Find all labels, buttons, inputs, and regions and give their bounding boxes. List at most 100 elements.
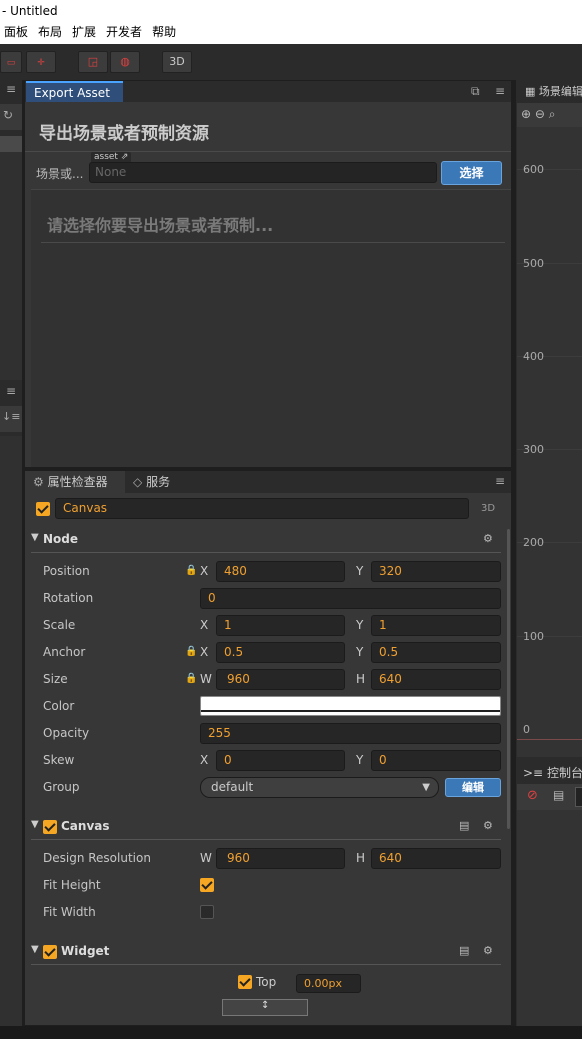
menu-icon[interactable]: ≡ xyxy=(6,82,16,96)
widget-top-label: Top xyxy=(256,975,277,989)
axis-label: Y xyxy=(356,564,364,578)
position-y-input[interactable]: 320 xyxy=(371,561,501,582)
y-tick-label: 200 xyxy=(523,536,544,549)
clear-console-icon[interactable]: ⊘ xyxy=(527,788,538,803)
menu-icon[interactable]: ≡ xyxy=(495,84,505,98)
opacity-input[interactable]: 255 xyxy=(200,723,501,744)
group-select[interactable]: default ▼ xyxy=(200,777,439,798)
design-height-input[interactable]: 640 xyxy=(371,848,501,869)
node-active-checkbox[interactable] xyxy=(36,502,50,516)
tab-scene-editor[interactable]: ▦ 场景编辑器 xyxy=(517,81,582,103)
toggle-3d-button[interactable]: 3D xyxy=(162,51,192,73)
popout-icon[interactable]: ⧉ xyxy=(471,84,480,99)
axis-label: X xyxy=(200,753,209,767)
window-title: - Untitled xyxy=(2,4,58,18)
anchor-label: Anchor xyxy=(43,645,86,659)
y-tick-label: 400 xyxy=(523,350,544,363)
edit-group-button[interactable]: 编辑 xyxy=(445,778,501,797)
skew-x-input[interactable]: 0 xyxy=(216,750,345,771)
tool-anchor-icon[interactable]: ✛ xyxy=(26,51,56,73)
node-name-input[interactable]: Canvas xyxy=(55,498,469,519)
gear-icon: ⚙ xyxy=(33,475,44,489)
color-label: Color xyxy=(43,699,75,713)
tool-globe-icon[interactable]: ◍ xyxy=(110,51,140,73)
book-icon[interactable]: ▤ xyxy=(459,944,469,957)
gear-icon[interactable]: ⚙ xyxy=(483,532,493,545)
widget-top-checkbox[interactable] xyxy=(238,975,252,989)
opacity-label: Opacity xyxy=(43,726,90,740)
anchor-x-input[interactable]: 0.5 xyxy=(216,642,345,663)
node-section-header[interactable]: ▼ Node ⚙ xyxy=(25,529,511,551)
menu-item-panel[interactable]: 面板 xyxy=(4,22,28,42)
hint-text: 请选择你要导出场景或者预制... xyxy=(47,216,274,235)
tab-service[interactable]: ◇ 服务 xyxy=(133,471,213,493)
lock-icon[interactable]: 🔒 xyxy=(185,565,197,576)
tab-console[interactable]: >≡ 控制台 xyxy=(517,762,582,784)
zoom-reset-icon[interactable]: ⌕ xyxy=(549,107,556,121)
menu-item-extensions[interactable]: 扩展 xyxy=(72,22,96,42)
menu-item-help[interactable]: 帮助 xyxy=(152,22,176,42)
book-icon[interactable]: ▤ xyxy=(459,819,469,832)
window-title-bar: - Untitled xyxy=(0,0,582,22)
fit-height-checkbox[interactable] xyxy=(200,878,214,892)
widget-section-header[interactable]: ▼ Widget ▤ ⚙ xyxy=(25,941,511,963)
position-x-input[interactable]: 480 xyxy=(216,561,345,582)
tool-rect-icon[interactable]: ▭ xyxy=(0,51,22,73)
widget-top-input[interactable]: 0.00px xyxy=(296,974,361,993)
filter-input[interactable] xyxy=(575,787,582,807)
anchor-y-input[interactable]: 0.5 xyxy=(371,642,501,663)
design-width-input[interactable]: 960 xyxy=(216,848,345,869)
size-h-input[interactable]: 640 xyxy=(371,669,501,690)
inspector-scrollbar[interactable] xyxy=(507,529,510,829)
widget-enabled-checkbox[interactable] xyxy=(43,945,57,959)
menu-icon[interactable]: ≡ xyxy=(6,384,16,398)
axis-label: X xyxy=(200,645,209,659)
lock-icon[interactable]: 🔒 xyxy=(185,646,197,657)
log-file-icon[interactable]: ▤ xyxy=(553,788,564,802)
asset-field[interactable]: None xyxy=(89,162,437,183)
color-swatch[interactable] xyxy=(200,696,501,716)
position-label: Position xyxy=(43,564,90,578)
axis-label: Y xyxy=(356,753,364,767)
console-icon: >≡ xyxy=(523,766,544,780)
list-item[interactable] xyxy=(0,136,22,152)
zoom-out-icon[interactable]: ⊖ xyxy=(535,107,545,121)
right-panel: ▦ 场景编辑器 ⊕ ⊖ ⌕ 600 500 400 300 200 100 0 … xyxy=(516,80,582,1026)
scene-editor-panel: ▦ 场景编辑器 ⊕ ⊖ ⌕ 600 500 400 300 200 100 0 xyxy=(517,81,582,757)
lock-icon[interactable]: 🔒 xyxy=(185,673,197,684)
zoom-in-icon[interactable]: ⊕ xyxy=(521,107,531,121)
canvas-enabled-checkbox[interactable] xyxy=(43,820,57,834)
rotation-input[interactable]: 0 xyxy=(200,588,501,609)
tab-inspector[interactable]: ⚙ 属性检查器 xyxy=(25,471,125,493)
menu-item-developer[interactable]: 开发者 xyxy=(106,22,142,42)
select-button[interactable]: 选择 xyxy=(441,161,502,185)
collapse-arrow-icon: ▼ xyxy=(31,532,39,543)
axis-label: Y xyxy=(356,645,364,659)
status-bar xyxy=(0,1026,582,1039)
skew-y-input[interactable]: 0 xyxy=(371,750,501,771)
tab-export-asset[interactable]: Export Asset xyxy=(26,81,123,102)
sort-icon[interactable]: ↓≡ xyxy=(2,410,20,423)
3d-badge: 3D xyxy=(481,503,496,514)
service-icon: ◇ xyxy=(133,475,143,489)
fit-width-checkbox[interactable] xyxy=(200,905,214,919)
size-w-input[interactable]: 960 xyxy=(216,669,345,690)
menu-icon[interactable]: ≡ xyxy=(495,474,505,488)
group-label: Group xyxy=(43,780,80,794)
dropdown-arrow-icon: ▼ xyxy=(422,782,430,793)
gear-icon[interactable]: ⚙ xyxy=(483,944,493,957)
scale-x-input[interactable]: 1 xyxy=(216,615,345,636)
widget-alignment-diagram[interactable]: ↕ xyxy=(222,999,308,1016)
tool-snap-icon[interactable]: ◲ xyxy=(78,51,108,73)
gear-icon[interactable]: ⚙ xyxy=(483,819,493,832)
scale-y-input[interactable]: 1 xyxy=(371,615,501,636)
menu-item-layout[interactable]: 布局 xyxy=(38,22,62,42)
scale-label: Scale xyxy=(43,618,76,632)
collapse-arrow-icon: ▼ xyxy=(31,819,39,830)
external-link-icon: ⇗ xyxy=(117,152,129,162)
y-tick-label: 0 xyxy=(523,723,530,736)
canvas-section-header[interactable]: ▼ Canvas ▤ ⚙ xyxy=(25,816,511,838)
fit-width-label: Fit Width xyxy=(43,905,96,919)
collapse-arrow-icon: ▼ xyxy=(31,944,39,955)
refresh-icon[interactable]: ↻ xyxy=(3,108,13,122)
